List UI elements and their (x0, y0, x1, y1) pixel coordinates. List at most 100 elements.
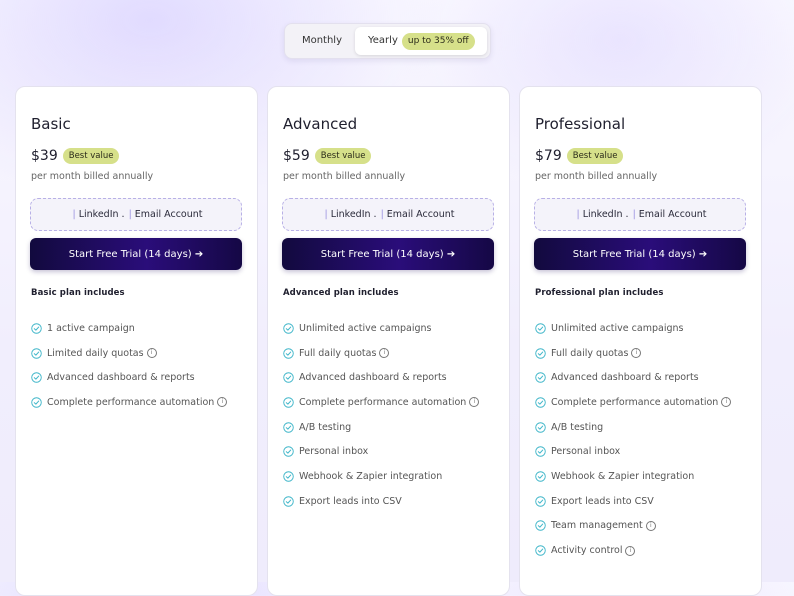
plan-card-advanced: Advanced $59 Best value per month billed an… (267, 86, 510, 596)
info-icon[interactable]: i (217, 397, 228, 408)
linkedin-label: LinkedIn . (582, 209, 629, 220)
check-circle-icon (283, 446, 294, 458)
best-value-badge: Best value (62, 148, 120, 164)
check-circle-icon (283, 323, 294, 334)
info-icon[interactable]: i (631, 348, 642, 359)
feature-item: Complete performance automation i (283, 390, 480, 415)
feature-text: Complete performance automation (299, 396, 467, 408)
check-circle-icon (535, 545, 546, 556)
account-selector[interactable]: | LinkedIn . | Email Account (30, 198, 242, 231)
start-free-trial-button[interactable]: Start Free Trial (14 days) ➔ (282, 238, 494, 270)
feature-item: Activity control i (535, 538, 731, 563)
check-circle-icon (283, 397, 294, 408)
feature-text: Webhook & Zapier integration (551, 470, 695, 482)
feature-item: A/B testing (283, 415, 479, 440)
best-value-badge: Best value (566, 148, 624, 164)
plan-includes-title: Professional plan includes (535, 288, 664, 298)
feature-item: Advanced dashboard & reports (283, 365, 479, 390)
linkedin-divider-icon: | (576, 209, 580, 220)
info-icon[interactable]: i (146, 348, 157, 359)
linkedin-label: LinkedIn . (330, 209, 377, 220)
best-value-badge: Best value (314, 148, 372, 164)
plan-price: $59 (283, 148, 310, 164)
info-icon[interactable]: i (379, 348, 390, 359)
feature-text: A/B testing (299, 421, 352, 433)
account-selector[interactable]: | LinkedIn . | Email Account (282, 198, 494, 231)
plan-name: Professional (535, 115, 626, 133)
feature-text: Unlimited active campaigns (551, 322, 684, 334)
check-circle-icon (283, 421, 294, 433)
feature-text: Team management (551, 520, 643, 532)
yearly-discount-badge: up to 35% off (401, 33, 475, 50)
check-circle-icon (535, 397, 546, 408)
linkedin-divider-icon: | (72, 209, 76, 220)
plan-price: $39 (31, 148, 58, 164)
plan-includes-title: Advanced plan includes (283, 288, 399, 298)
feature-list: Unlimited active campaigns Full daily quo… (535, 316, 732, 563)
check-circle-icon (535, 421, 546, 433)
linkedin-label: LinkedIn . (78, 209, 125, 220)
feature-item: Complete performance automation i (31, 390, 228, 415)
feature-item: Complete performance automation i (535, 390, 732, 415)
plan-name: Advanced (283, 115, 358, 133)
price-row: $59 Best value (283, 146, 372, 166)
plan-includes-title: Basic plan includes (31, 288, 125, 298)
feature-text: Export leads into CSV (299, 495, 402, 507)
email-divider-icon: | (380, 209, 384, 220)
start-free-trial-button[interactable]: Start Free Trial (14 days) ➔ (30, 238, 242, 270)
feature-text: Webhook & Zapier integration (299, 470, 443, 482)
feature-item: Export leads into CSV (535, 489, 731, 514)
feature-text: 1 active campaign (47, 322, 135, 334)
feature-item: Webhook & Zapier integration (535, 464, 731, 489)
info-icon[interactable]: i (625, 545, 636, 556)
info-icon[interactable]: i (645, 520, 656, 531)
feature-text: Activity control (551, 545, 623, 557)
email-account-label: Email Account (386, 209, 455, 220)
plan-card-basic: Basic $39 Best value per month billed annua… (15, 86, 258, 596)
account-selector[interactable]: | LinkedIn . | Email Account (534, 198, 746, 231)
info-icon[interactable]: i (469, 397, 480, 408)
feature-item: Personal inbox (535, 439, 731, 464)
plan-price: $79 (535, 148, 562, 164)
feature-item: Team management i (535, 514, 731, 539)
check-circle-icon (535, 471, 546, 482)
feature-text: Personal inbox (299, 446, 369, 458)
yearly-toggle-button[interactable]: Yearly up to 35% off (355, 27, 487, 55)
feature-text: Full daily quotas (551, 347, 629, 359)
check-circle-icon (535, 323, 546, 334)
email-divider-icon: | (632, 209, 636, 220)
check-circle-icon (535, 347, 546, 359)
feature-item: Full daily quotas i (535, 341, 731, 366)
feature-item: Limited daily quotas i (31, 341, 227, 366)
feature-item: Webhook & Zapier integration (283, 464, 479, 489)
billing-note: per month billed annually (31, 171, 154, 182)
feature-item: 1 active campaign (31, 316, 227, 341)
feature-text: Complete performance automation (551, 396, 719, 408)
check-circle-icon (31, 323, 42, 334)
info-icon[interactable]: i (721, 397, 732, 408)
billing-toggle: Monthly Yearly up to 35% off (284, 23, 491, 59)
plan-card-professional: Professional $79 Best value per month bille… (519, 86, 762, 596)
feature-item: Unlimited active campaigns (535, 316, 731, 341)
feature-text: A/B testing (551, 421, 604, 433)
feature-text: Complete performance automation (47, 396, 215, 408)
linkedin-divider-icon: | (324, 209, 328, 220)
feature-item: Advanced dashboard & reports (31, 365, 227, 390)
check-circle-icon (535, 372, 546, 383)
monthly-toggle-button[interactable]: Monthly (289, 27, 355, 55)
check-circle-icon (283, 372, 294, 383)
price-row: $39 Best value (31, 146, 120, 166)
check-circle-icon (31, 347, 42, 359)
feature-text: Limited daily quotas (47, 347, 144, 359)
email-divider-icon: | (128, 209, 132, 220)
feature-item: Advanced dashboard & reports (535, 365, 731, 390)
billing-note: per month billed annually (283, 171, 406, 182)
check-circle-icon (535, 520, 546, 532)
check-circle-icon (535, 446, 546, 458)
check-circle-icon (283, 347, 294, 359)
check-circle-icon (31, 372, 42, 383)
start-free-trial-button[interactable]: Start Free Trial (14 days) ➔ (534, 238, 746, 270)
feature-item: Full daily quotas i (283, 341, 479, 366)
email-account-label: Email Account (638, 209, 707, 220)
yearly-label: Yearly (368, 35, 398, 46)
